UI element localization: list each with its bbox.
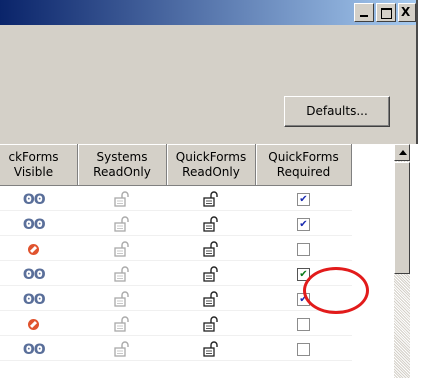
column-header-systems-readonly[interactable]: Systems ReadOnly — [77, 144, 167, 186]
column-header-quickforms-visible[interactable]: ckForms Visible — [0, 144, 78, 186]
table-row[interactable]: ʘʘ ✔ — [0, 210, 352, 236]
cell-systems-readonly[interactable] — [77, 185, 167, 211]
cell-visible[interactable]: ʘʘ — [0, 335, 78, 361]
padlock-open-icon — [113, 338, 131, 357]
table-row[interactable] — [0, 310, 352, 336]
title-bar: X — [0, 0, 416, 25]
glasses-icon: ʘʘ — [22, 291, 46, 308]
defaults-button[interactable]: Defaults... — [284, 96, 390, 127]
cell-visible[interactable] — [0, 235, 78, 261]
padlock-open-icon — [113, 263, 131, 282]
minimize-icon — [360, 15, 368, 17]
padlock-open-icon — [202, 338, 220, 357]
scroll-up-arrow-icon[interactable] — [394, 144, 410, 161]
grid-body: ʘʘ ✔ ʘʘ ✔ ʘʘ ✔ ʘʘ ✔ ʘʘ — [0, 185, 352, 361]
required-checkbox[interactable]: ✔ — [297, 267, 310, 281]
vertical-scrollbar[interactable] — [394, 144, 410, 378]
cell-quickforms-required[interactable]: ✔ — [255, 210, 352, 236]
no-entry-icon — [28, 243, 40, 255]
cell-quickforms-readonly[interactable] — [166, 260, 256, 286]
padlock-open-icon — [113, 213, 131, 232]
column-header-line2: Visible — [13, 164, 54, 179]
cell-quickforms-readonly[interactable] — [166, 210, 256, 236]
close-button[interactable]: X — [398, 3, 416, 22]
cell-quickforms-required[interactable] — [255, 310, 352, 336]
cell-quickforms-readonly[interactable] — [166, 185, 256, 211]
no-entry-icon — [28, 318, 40, 330]
minimize-button[interactable] — [354, 3, 374, 22]
column-header-line1: Systems — [96, 149, 148, 164]
cell-systems-readonly[interactable] — [77, 335, 167, 361]
cell-systems-readonly[interactable] — [77, 260, 167, 286]
column-header-quickforms-readonly[interactable]: QuickForms ReadOnly — [166, 144, 256, 186]
glasses-icon: ʘʘ — [22, 216, 46, 233]
column-header-line1: QuickForms — [175, 149, 247, 164]
cell-systems-readonly[interactable] — [77, 285, 167, 311]
cell-quickforms-readonly[interactable] — [166, 310, 256, 336]
padlock-open-icon — [202, 188, 220, 207]
table-row[interactable]: ʘʘ ✔ — [0, 185, 352, 211]
column-header-line2: ReadOnly — [182, 164, 240, 179]
padlock-open-icon — [113, 313, 131, 332]
cell-systems-readonly[interactable] — [77, 210, 167, 236]
padlock-open-icon — [113, 288, 131, 307]
cell-systems-readonly[interactable] — [77, 310, 167, 336]
padlock-open-icon — [202, 238, 220, 257]
padlock-open-icon — [202, 263, 220, 282]
cell-quickforms-required[interactable]: ✔ — [255, 260, 352, 286]
cell-quickforms-readonly[interactable] — [166, 285, 256, 311]
required-checkbox[interactable]: ✔ — [297, 292, 310, 306]
cell-quickforms-required[interactable]: ✔ — [255, 285, 352, 311]
cell-visible[interactable]: ʘʘ — [0, 260, 78, 286]
cell-visible[interactable]: ʘʘ — [0, 285, 78, 311]
scroll-thumb[interactable] — [394, 162, 410, 274]
cell-quickforms-readonly[interactable] — [166, 235, 256, 261]
padlock-open-icon — [202, 313, 220, 332]
maximize-icon — [380, 8, 392, 19]
table-row[interactable] — [0, 235, 352, 261]
padlock-open-icon — [202, 213, 220, 232]
required-checkbox[interactable]: ✔ — [297, 192, 310, 206]
maximize-button[interactable] — [376, 3, 396, 22]
cell-quickforms-required[interactable] — [255, 235, 352, 261]
required-checkbox[interactable] — [297, 342, 310, 356]
cell-visible[interactable]: ʘʘ — [0, 185, 78, 211]
cell-visible[interactable]: ʘʘ — [0, 210, 78, 236]
cell-systems-readonly[interactable] — [77, 235, 167, 261]
glasses-icon: ʘʘ — [22, 191, 46, 208]
cell-visible[interactable] — [0, 310, 78, 336]
required-checkbox[interactable]: ✔ — [297, 217, 310, 231]
padlock-open-icon — [202, 288, 220, 307]
glasses-icon: ʘʘ — [22, 341, 46, 358]
column-header-line2: Required — [276, 164, 331, 179]
column-header-line2: ReadOnly — [93, 164, 151, 179]
column-header-quickforms-required[interactable]: QuickForms Required — [255, 144, 352, 186]
permissions-grid: ckForms Visible Systems ReadOnly QuickFo… — [0, 144, 418, 378]
cell-quickforms-required[interactable] — [255, 335, 352, 361]
caption-buttons: X — [352, 3, 416, 22]
permissions-table: ckForms Visible Systems ReadOnly QuickFo… — [0, 144, 352, 361]
table-row[interactable]: ʘʘ ✔ — [0, 285, 352, 311]
required-checkbox[interactable] — [297, 242, 310, 256]
table-row[interactable]: ʘʘ — [0, 335, 352, 361]
column-header-line1: ckForms — [8, 149, 59, 164]
glasses-icon: ʘʘ — [22, 266, 46, 283]
required-checkbox[interactable] — [297, 317, 310, 331]
column-header-line1: QuickForms — [268, 149, 339, 164]
cell-quickforms-required[interactable]: ✔ — [255, 185, 352, 211]
padlock-open-icon — [113, 188, 131, 207]
cell-quickforms-readonly[interactable] — [166, 335, 256, 361]
table-row[interactable]: ʘʘ ✔ — [0, 260, 352, 286]
padlock-open-icon — [113, 238, 131, 257]
